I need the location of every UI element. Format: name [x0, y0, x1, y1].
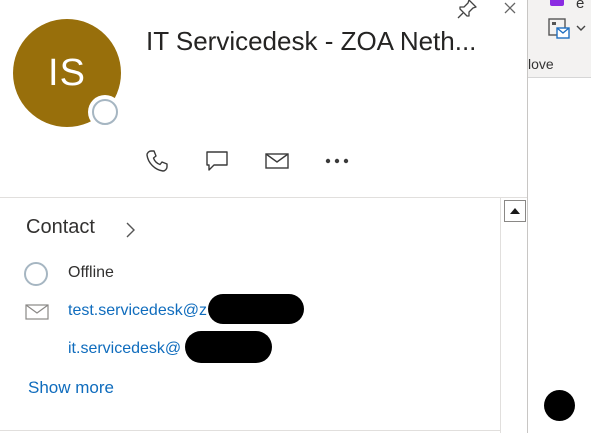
- move-folder-icon[interactable]: [546, 14, 572, 40]
- email-link-secondary[interactable]: it.servicedesk@: [68, 340, 181, 358]
- presence-status-text: Offline: [68, 264, 114, 281]
- chat-button[interactable]: [200, 145, 234, 177]
- section-divider: [0, 430, 500, 431]
- email-button[interactable]: [260, 145, 294, 177]
- close-icon: [504, 2, 516, 14]
- chevron-down-icon[interactable]: [576, 20, 586, 31]
- contact-section-title[interactable]: Contact: [26, 216, 95, 239]
- email-row-mail-icon: [25, 303, 49, 321]
- phone-icon: [146, 150, 168, 172]
- email-link-primary[interactable]: test.servicedesk@z: [68, 302, 207, 320]
- contact-card: IS IT Servicedesk - ZOA Neth... Contact …: [0, 0, 528, 433]
- contact-display-name: IT Servicedesk - ZOA Neth...: [146, 26, 477, 56]
- chevron-right-icon[interactable]: [121, 218, 139, 242]
- redaction-dot: [544, 390, 575, 421]
- scroll-up-button[interactable]: [504, 200, 526, 222]
- more-options-button[interactable]: [320, 145, 354, 177]
- move-button-label[interactable]: love: [528, 56, 554, 72]
- card-header: IS IT Servicedesk - ZOA Neth...: [0, 0, 527, 198]
- avatar-initials: IS: [48, 51, 86, 94]
- outlook-ribbon-strip: love: [528, 0, 591, 433]
- triangle-up-icon: [510, 208, 520, 214]
- offline-status-icon: [24, 262, 48, 286]
- card-scrollbar[interactable]: [500, 198, 527, 433]
- presence-indicator: [88, 95, 122, 129]
- call-button[interactable]: [140, 145, 174, 177]
- pin-button[interactable]: [454, 0, 480, 22]
- ribbon-app-chip: [550, 0, 564, 6]
- redaction-mark: [208, 294, 304, 324]
- redaction-mark: [185, 331, 272, 363]
- ribbon-partial-text: e: [576, 0, 585, 12]
- more-icon: [325, 158, 349, 164]
- mail-icon: [265, 153, 289, 169]
- presence-offline-icon: [92, 99, 118, 125]
- show-more-link[interactable]: Show more: [28, 378, 114, 398]
- chat-icon: [206, 151, 228, 171]
- close-button[interactable]: [500, 0, 520, 18]
- pin-icon: [457, 0, 477, 19]
